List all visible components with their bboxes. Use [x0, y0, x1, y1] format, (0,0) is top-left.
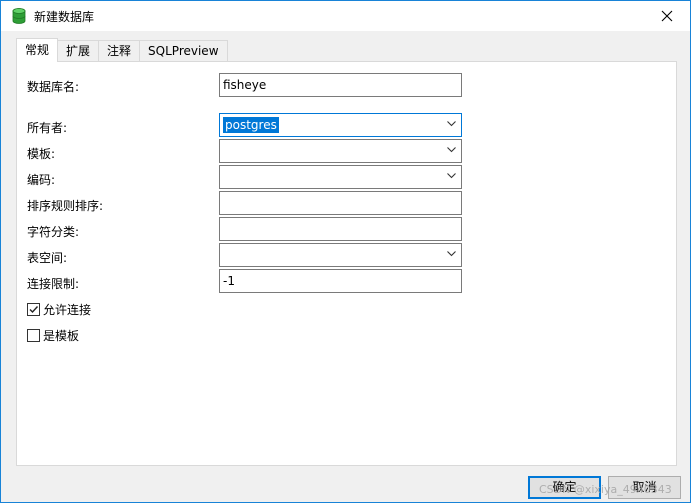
- db-name-value: fisheye: [223, 78, 267, 92]
- database-icon: [12, 8, 26, 24]
- collation-input[interactable]: [219, 191, 462, 215]
- db-name-input[interactable]: fisheye: [219, 73, 462, 97]
- conn-limit-input[interactable]: -1: [219, 269, 462, 293]
- checkmark-icon: [29, 306, 39, 314]
- encoding-select[interactable]: [219, 165, 462, 189]
- title-bar[interactable]: 新建数据库: [1, 1, 690, 31]
- chevron-down-icon: [447, 147, 456, 153]
- chevron-down-icon: [447, 121, 456, 127]
- ctype-label: 字符分类:: [27, 225, 80, 239]
- db-name-label: 数据库名:: [27, 80, 80, 94]
- new-database-dialog: 新建数据库 常规 扩展 注释 SQLPreview 数据库名: fisheye …: [0, 0, 691, 503]
- allow-connections-checkbox[interactable]: 允许连接: [27, 301, 91, 318]
- conn-limit-value: -1: [223, 274, 235, 288]
- owner-select[interactable]: postgres: [219, 113, 462, 137]
- tab-bar: 常规 扩展 注释 SQLPreview: [16, 38, 228, 62]
- conn-limit-label: 连接限制:: [27, 277, 80, 291]
- tab-comment[interactable]: 注释: [98, 40, 141, 62]
- tablespace-select[interactable]: [219, 243, 462, 267]
- tab-general[interactable]: 常规: [16, 38, 59, 62]
- dialog-title: 新建数据库: [34, 10, 95, 24]
- close-icon: [661, 10, 673, 22]
- encoding-label: 编码:: [27, 173, 56, 187]
- chevron-down-icon: [447, 173, 456, 179]
- close-button[interactable]: [644, 1, 690, 31]
- checkbox-unchecked[interactable]: [27, 329, 40, 342]
- tablespace-label: 表空间:: [27, 251, 68, 265]
- is-template-checkbox[interactable]: 是模板: [27, 327, 79, 344]
- collation-label: 排序规则排序:: [27, 199, 104, 213]
- cancel-button[interactable]: 取消: [608, 476, 681, 499]
- tab-sql-preview[interactable]: SQLPreview: [139, 40, 228, 62]
- chevron-down-icon: [447, 251, 456, 257]
- tab-extensions[interactable]: 扩展: [57, 40, 100, 62]
- checkbox-checked[interactable]: [27, 303, 40, 316]
- template-select[interactable]: [219, 139, 462, 163]
- owner-label: 所有者:: [27, 121, 68, 135]
- is-template-label: 是模板: [43, 329, 80, 343]
- owner-value: postgres: [222, 116, 280, 134]
- general-panel: 数据库名: fisheye 所有者: postgres 模板: 编码: 排序规则…: [16, 61, 677, 466]
- allow-connections-label: 允许连接: [43, 303, 92, 317]
- ctype-input[interactable]: [219, 217, 462, 241]
- template-label: 模板:: [27, 147, 56, 161]
- ok-button[interactable]: 确定: [528, 476, 601, 499]
